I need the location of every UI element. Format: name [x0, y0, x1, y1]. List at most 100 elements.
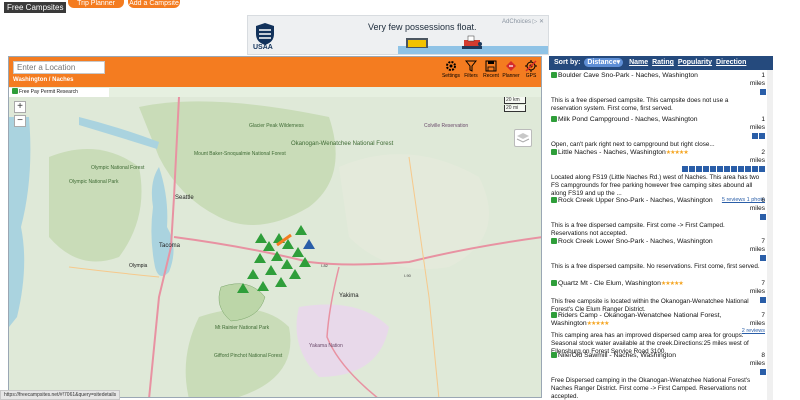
campsite-title[interactable]: Quartz Mt - Cle Elum, Washington★★★★★ [551, 280, 731, 288]
campsite-title[interactable]: Rock Creek Upper Sno-Park - Naches, Wash… [551, 197, 731, 205]
campsite-distance: 6 miles [750, 197, 765, 213]
page: { "header": { "logo": "Free Campsites", … [0, 0, 800, 400]
ad-banner[interactable]: USAA Very few possessions float. AdChoic… [247, 15, 549, 55]
breadcrumb[interactable]: Washington / Naches [13, 77, 73, 83]
add-campsite-button[interactable]: Add a Campsite [128, 0, 180, 8]
campsite-name[interactable]: Rock Creek Upper Sno-Park - Naches, Wash… [558, 197, 713, 204]
campsite-type-filters[interactable]: Free Pay Permit Research [9, 88, 109, 97]
sort-name-link[interactable]: Name [629, 59, 648, 66]
distance-unit: miles [749, 360, 765, 367]
campsite-name[interactable]: Nile/Old Sawmill - Naches, Washington [558, 352, 676, 359]
campsite-title[interactable]: Milk Pond Campground - Naches, Washingto… [551, 116, 731, 124]
amenity-icon [738, 166, 744, 172]
distance-unit: miles [749, 288, 765, 295]
campsite-description: Open, can't park right next to campgroun… [551, 141, 715, 148]
planner-button[interactable]: Planner [501, 60, 521, 79]
site-logo[interactable]: Free Campsites [4, 2, 67, 13]
rating-stars: ★★★★★ [660, 281, 684, 287]
campsite-description: This is a free dispersed campsite. First… [551, 222, 725, 237]
distance-value: 1 [761, 116, 765, 123]
campsite-name[interactable]: Little Naches - Naches, Washington [558, 149, 666, 156]
amenity-icon [703, 166, 709, 172]
scale-km: 20 km [504, 97, 526, 104]
map-toolbar: Washington / Naches Settings Filters Rec… [9, 57, 541, 87]
ad-choices[interactable]: AdChoices ▷ ✕ [502, 18, 544, 25]
campsite-title[interactable]: Little Naches - Naches, Washington★★★★★ [551, 149, 731, 157]
place-label-olympic-forest: Olympic National Forest [91, 165, 145, 171]
campsite-list-item[interactable]: Boulder Cave Sno-Park - Naches, Washingt… [551, 72, 773, 112]
campsite-list-item[interactable]: Riders Camp - Okanogan-Wenatchee Nationa… [551, 312, 773, 355]
settings-button[interactable]: Settings [441, 60, 461, 79]
amenity-icon [717, 166, 723, 172]
map-svg[interactable]: Glacier Peak Wilderness Okanogan-Wenatch… [9, 96, 542, 398]
place-label-gifford-pinchot: Gifford Pinchot National Forest [214, 353, 283, 359]
usaa-eagle-icon [256, 23, 274, 45]
sort-rating-link[interactable]: Rating [652, 59, 674, 66]
sort-distance-select[interactable]: Distance▾ [584, 58, 624, 67]
trip-planner-button[interactable]: Trip Planner [68, 0, 124, 8]
campsite-list-panel: Sort by: Distance▾ Name Rating Popularit… [549, 56, 773, 400]
save-icon [485, 60, 497, 72]
campsite-name[interactable]: Rock Creek Lower Sno-Park - Naches, Wash… [558, 238, 713, 245]
filters-button[interactable]: Filters [461, 60, 481, 79]
gps-label: GPS [525, 73, 537, 79]
distance-value: 7 [761, 280, 765, 287]
gps-button[interactable]: GPS [521, 60, 541, 79]
campsite-distance: 1 miles [750, 72, 765, 88]
road-shield: I-82 [321, 263, 329, 268]
road-shield: I-90 [404, 273, 412, 278]
campsite-list-item[interactable]: Quartz Mt - Cle Elum, Washington★★★★★ 7m… [551, 280, 773, 316]
layers-button[interactable] [514, 129, 532, 147]
sort-popularity-link[interactable]: Popularity [678, 59, 712, 66]
campsite-list-item[interactable]: Nile/Old Sawmill - Naches, Washington 8m… [551, 352, 773, 400]
list-scrollbar[interactable] [767, 70, 773, 400]
sort-bar: Sort by: Distance▾ Name Rating Popularit… [549, 56, 773, 70]
restroom-icon [760, 255, 766, 261]
campsite-distance: 7 miles [750, 312, 765, 328]
zoom-in-button[interactable]: + [14, 101, 26, 113]
campsite-name[interactable]: Quartz Mt - Cle Elum, Washington [558, 280, 661, 287]
campsite-list-item[interactable]: Rock Creek Lower Sno-Park - Naches, Wash… [551, 238, 773, 274]
filters-label: Filters [464, 73, 478, 79]
place-label-rainier: Mt Rainier National Park [215, 325, 270, 331]
amenity-icon [752, 133, 758, 139]
place-label-seattle: Seattle [175, 195, 194, 201]
gps-icon [525, 60, 537, 72]
site-header: Free Campsites Trip Planner Add a Campsi… [0, 0, 800, 14]
campsite-name[interactable]: Boulder Cave Sno-Park - Naches, Washingt… [558, 72, 698, 79]
location-input[interactable] [13, 61, 105, 74]
campsite-list-item[interactable]: Milk Pond Campground - Naches, Washingto… [551, 116, 773, 148]
distance-unit: miles [749, 320, 765, 327]
campsite-description: Free Dispersed camping in the Okanogan-W… [551, 377, 751, 400]
campsite-title[interactable]: Rock Creek Lower Sno-Park - Naches, Wash… [551, 238, 731, 246]
campsite-description: Located along FS19 (Little Naches Rd.) w… [551, 174, 760, 197]
amenity-icons [682, 166, 765, 172]
ad-illustration [398, 35, 548, 54]
tent-icon [551, 116, 557, 122]
campsite-name[interactable]: Milk Pond Campground - Naches, Washingto… [558, 116, 698, 123]
place-label-glacier-peak: Glacier Peak Wilderness [249, 123, 304, 129]
zoom-out-button[interactable]: − [14, 115, 26, 127]
map-canvas[interactable]: Glacier Peak Wilderness Okanogan-Wenatch… [9, 96, 542, 398]
map-scale: 20 km 20 mi [504, 97, 526, 113]
campsite-title[interactable]: Riders Camp - Okanogan-Wenatchee Nationa… [551, 312, 731, 328]
campsite-title[interactable]: Nile/Old Sawmill - Naches, Washington [551, 352, 731, 360]
distance-unit: miles [749, 205, 765, 212]
distance-value: 7 [761, 238, 765, 245]
campsite-list-item[interactable]: Rock Creek Upper Sno-Park - Naches, Wash… [551, 197, 773, 237]
place-label-okanogan: Okanogan-Wenatchee National Forest [291, 141, 394, 147]
amenity-icon [724, 166, 730, 172]
filter-icon [465, 60, 477, 72]
place-label-olympic-park: Olympic National Park [69, 179, 119, 185]
campsite-name[interactable]: Riders Camp - Okanogan-Wenatchee Nationa… [551, 312, 721, 327]
campsite-title[interactable]: Boulder Cave Sno-Park - Naches, Washingt… [551, 72, 731, 80]
place-label-olympia: Olympia [129, 263, 148, 269]
recent-button[interactable]: Recent [481, 60, 501, 79]
amenity-icon [731, 166, 737, 172]
map-panel: Washington / Naches Settings Filters Rec… [8, 56, 542, 398]
sort-direction-link[interactable]: Direction [716, 59, 746, 66]
restroom-icon [760, 89, 766, 95]
sort-label: Sort by: [554, 59, 581, 66]
filters-text: Free Pay Permit Research [19, 89, 78, 95]
distance-value: 6 [761, 197, 765, 204]
